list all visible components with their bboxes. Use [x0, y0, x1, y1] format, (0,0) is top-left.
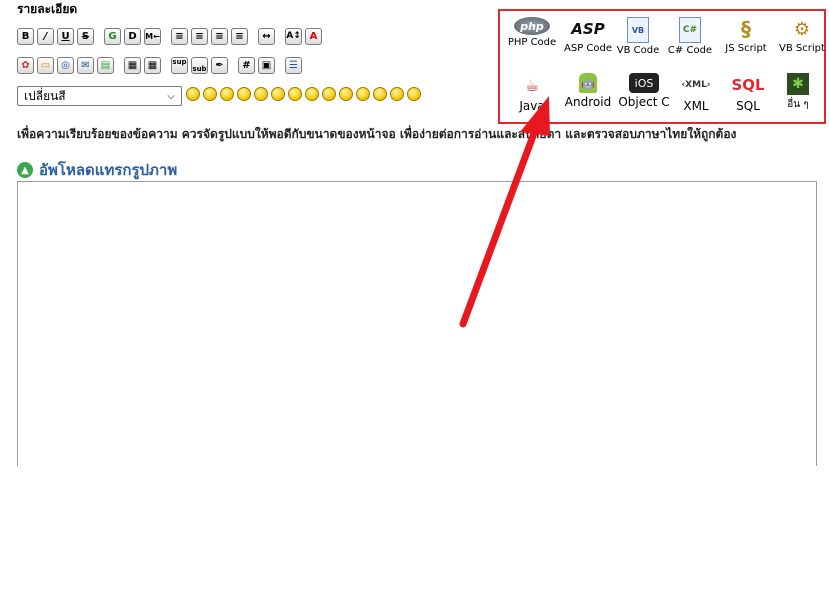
android-button[interactable]: 🤖 Android — [556, 73, 620, 109]
hyperlink-button[interactable]: ◎ — [57, 56, 74, 74]
italic-button[interactable]: / — [37, 27, 54, 45]
vb-doc-icon: VB — [627, 17, 649, 43]
java-button[interactable]: ☕ Java — [500, 73, 564, 114]
smiley-icon[interactable] — [373, 87, 387, 101]
csharp-code-button[interactable]: C# C# Code — [658, 17, 722, 56]
font-color-button[interactable]: A — [305, 27, 322, 45]
csharp-doc-icon: C# — [679, 17, 701, 43]
smiley-icon[interactable] — [186, 87, 200, 101]
smiley-icon[interactable] — [390, 87, 404, 101]
js-script-icon: § — [741, 17, 751, 41]
other-code-label: อื่น ๆ — [787, 99, 809, 110]
vb-script-icon: ⚙ — [793, 18, 811, 40]
upload-image-label: อัพโหลดแทรกรูปภาพ — [39, 161, 178, 179]
superscript-button[interactable]: sup — [171, 56, 188, 74]
table-insert-button[interactable]: ▦ — [144, 56, 161, 74]
xml-icon: ‹XML› — [681, 80, 711, 90]
chevron-down-icon: ⌵ — [167, 90, 175, 102]
upload-arrow-icon: ▲ — [17, 162, 33, 178]
glow-button[interactable]: G — [104, 27, 121, 45]
ftp-button[interactable]: ▤ — [97, 56, 114, 74]
android-icon: 🤖 — [579, 73, 597, 93]
align-justify-button[interactable]: ≡ — [211, 27, 228, 45]
js-script-button[interactable]: § JS Script — [714, 17, 778, 54]
sql-icon: SQL — [731, 76, 765, 94]
move-button[interactable]: M← — [144, 27, 161, 45]
ios-icon: iOS — [629, 73, 659, 93]
subscript-button[interactable]: sub — [191, 56, 208, 74]
asp-icon: ASP — [571, 20, 605, 38]
js-script-label: JS Script — [725, 43, 767, 54]
shadow-button[interactable]: D — [124, 27, 141, 45]
table-button[interactable]: ▦ — [124, 56, 141, 74]
smiley-icon[interactable] — [339, 87, 353, 101]
upload-image-link[interactable]: ▲ อัพโหลดแทรกรูปภาพ — [17, 158, 177, 182]
horizontal-rule-button[interactable]: ↔ — [258, 27, 275, 45]
vb-script-button[interactable]: ⚙ VB Script — [770, 17, 829, 55]
list-button[interactable]: ☰ — [285, 56, 302, 74]
java-icon: ☕ — [524, 75, 540, 95]
glow-icon: G — [108, 30, 117, 42]
csharp-code-label: C# Code — [667, 45, 713, 56]
formatting-notice: เพื่อความเรียบร้อยของข้อความ ควรจัดรูปแบ… — [17, 127, 737, 141]
php-icon: php — [514, 17, 550, 35]
toolbar-row-1: B / U S G D M← ≡ ≡ ≡ ≡ ↔ A↕ A — [17, 26, 325, 46]
teletype-button[interactable]: ✒ — [211, 56, 228, 74]
smiley-icon[interactable] — [237, 87, 251, 101]
color-select[interactable]: เปลี่ยนสี ⌵ — [17, 86, 182, 106]
code-button[interactable]: # — [238, 56, 255, 74]
smiley-icon[interactable] — [271, 87, 285, 101]
vb-script-label: VB Script — [779, 43, 825, 54]
php-code-label: PHP Code — [507, 37, 557, 48]
smiley-icon[interactable] — [254, 87, 268, 101]
php-code-button[interactable]: php PHP Code — [500, 17, 564, 48]
smiley-icon[interactable] — [356, 87, 370, 101]
detail-textarea[interactable] — [17, 181, 817, 466]
smiley-icon[interactable] — [220, 87, 234, 101]
email-button[interactable]: ✉ — [77, 56, 94, 74]
flash-button[interactable]: ✿ — [17, 56, 34, 74]
bold-button[interactable]: B — [17, 27, 34, 45]
strikethrough-button[interactable]: S — [77, 27, 94, 45]
smiley-icon[interactable] — [305, 87, 319, 101]
other-code-button[interactable]: ✱ อื่น ๆ — [766, 73, 829, 112]
align-center-button[interactable]: ≡ — [191, 27, 208, 45]
font-size-button[interactable]: A↕ — [285, 27, 302, 45]
align-right-button[interactable]: ≡ — [231, 27, 248, 45]
underline-button[interactable]: U — [57, 27, 74, 45]
font-color-icon: A — [309, 30, 318, 42]
align-left-button[interactable]: ≡ — [171, 27, 188, 45]
other-code-icon: ✱ — [787, 73, 809, 95]
smiley-icon[interactable] — [203, 87, 217, 101]
quote-button[interactable]: ▣ — [258, 56, 275, 74]
smiley-icon[interactable] — [407, 87, 421, 101]
toolbar-row-2: ✿ ▭ ◎ ✉ ▤ ▦ ▦ sup sub ✒ # ▣ ☰ — [17, 55, 305, 75]
code-insert-panel: php PHP Code ASP ASP Code VB VB Code C# … — [498, 9, 826, 124]
smiley-icon[interactable] — [288, 87, 302, 101]
smiley-icon[interactable] — [322, 87, 336, 101]
java-label: Java — [519, 99, 545, 113]
color-select-value: เปลี่ยนสี — [24, 88, 66, 103]
section-title: รายละเอียด — [17, 2, 78, 16]
android-label: Android — [564, 95, 612, 109]
smiley-bar — [186, 87, 424, 101]
image-button[interactable]: ▭ — [37, 56, 54, 74]
